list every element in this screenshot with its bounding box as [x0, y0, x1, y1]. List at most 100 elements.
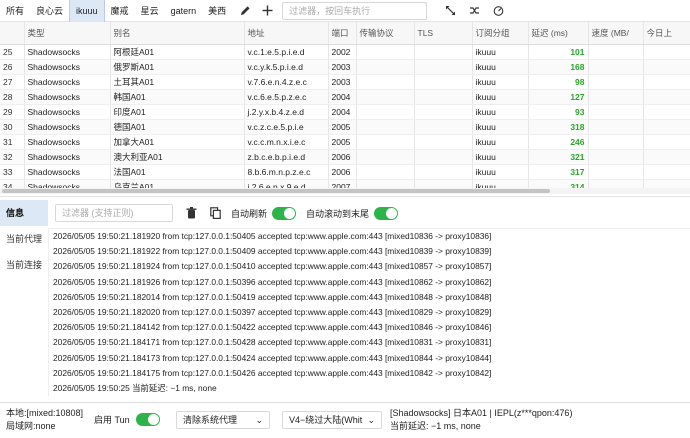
cell-type: Shadowsocks: [24, 164, 111, 180]
log-output[interactable]: 2026/05/05 19:50:21.181920 from tcp:127.…: [48, 228, 690, 396]
column-header[interactable]: 传输协议: [356, 22, 415, 45]
cell-empty: [588, 179, 644, 188]
table-row[interactable]: 25 Shadowsocks 阿根廷A01 v.c.1.e.5.p.i.e.d 2002…: [0, 44, 690, 60]
auto-refresh-label: 自动刷新: [231, 208, 268, 219]
tun-control: 启用 Tun: [94, 413, 160, 426]
group-tab[interactable]: 星云: [135, 0, 165, 22]
table-row[interactable]: 27 Shadowsocks 土耳其A01 v.7.6.e.n.4.z.e.c 2003…: [0, 74, 690, 90]
side-nav-item[interactable]: 当前代理: [0, 226, 48, 252]
cell-empty: [414, 179, 473, 188]
cell-empty: [356, 164, 415, 180]
table-row[interactable]: 28 Shadowsocks 韩国A01 v.c.6.e.5.p.z.e.c 2004 i…: [0, 89, 690, 105]
table-row[interactable]: 30 Shadowsocks 德国A01 v.c.z.c.e.5.p.i.e 2005 i…: [0, 119, 690, 135]
route-mode-select[interactable]: V4−绕过大陆(Whit ⌄: [282, 411, 382, 429]
speed-icon[interactable]: [489, 0, 507, 22]
log-line: 2026/05/05 19:50:21.184173 from tcp:127.…: [53, 352, 492, 363]
column-header[interactable]: 速度 (MB/: [588, 22, 644, 45]
table-row[interactable]: 31 Shadowsocks 加拿大A01 v.c.c.m.n.x.i.e.c 2005…: [0, 134, 690, 150]
cell-alias: 俄罗斯A01: [110, 59, 245, 75]
column-header[interactable]: 延迟 (ms): [528, 22, 589, 45]
tun-toggle[interactable]: [135, 413, 160, 426]
current-node-text: [Shadowsocks] 日本A01 | IEPL(z***qpon:476): [390, 408, 573, 418]
cell-empty: [588, 44, 644, 60]
column-header[interactable]: [0, 22, 25, 45]
cell-empty: [643, 149, 690, 165]
lan-text: 局域网:none: [6, 421, 56, 431]
group-tab[interactable]: 美西: [202, 0, 232, 22]
info-side-nav: 信息 当前代理 当前连接: [0, 200, 48, 278]
column-header[interactable]: 别名: [110, 22, 245, 45]
cell-alias: 阿根廷A01: [110, 44, 245, 60]
cell-empty: [414, 164, 473, 180]
cell-empty: [414, 74, 473, 90]
proxy-filter-input[interactable]: [282, 1, 428, 20]
cell-alias: 土耳其A01: [110, 74, 245, 90]
cell-alias: 法国A01: [110, 164, 245, 180]
side-nav-item[interactable]: 当前连接: [0, 252, 48, 278]
pencil-icon[interactable]: [236, 0, 254, 22]
side-nav-item[interactable]: 信息: [0, 200, 48, 226]
toggle-knob: [147, 414, 159, 425]
log-line: 2026/05/05 19:50:21.182014 from tcp:127.…: [53, 291, 492, 302]
panel-divider[interactable]: [0, 196, 690, 197]
chevron-down-icon: ⌄: [367, 415, 375, 425]
column-header[interactable]: TLS: [414, 22, 473, 45]
cell-empty: [643, 104, 690, 120]
cell-idx: 26: [0, 59, 25, 75]
cell-type: Shadowsocks: [24, 149, 111, 165]
log-filter-input[interactable]: [55, 204, 173, 222]
group-tab[interactable]: 魔戒: [105, 0, 135, 22]
group-tab[interactable]: gatern: [165, 0, 203, 22]
column-header[interactable]: 类型: [24, 22, 111, 45]
table-row[interactable]: 34 Shadowsocks 乌克兰A01 j.2.6.e.n.x.9.e.d 2007…: [0, 179, 690, 188]
table-row[interactable]: 33 Shadowsocks 法国A01 8.b.6.m.n.p.z.e.c 2006 i…: [0, 164, 690, 180]
status-bar: 本地:[mixed:10808] 局域网:none 启用 Tun 清除系统代理 …: [0, 402, 690, 438]
cell-group: ikuuu: [472, 149, 529, 165]
expand-icon[interactable]: [441, 0, 459, 22]
group-tab[interactable]: ikuuu: [69, 0, 105, 22]
group-tab[interactable]: 良心云: [30, 0, 69, 22]
cell-delay: 168: [528, 59, 589, 75]
plus-icon[interactable]: [258, 0, 276, 22]
route-mode-value: V4−绕过大陆(Whit: [289, 415, 363, 425]
chevron-down-icon: ⌄: [255, 415, 263, 425]
log-line: 2026/05/05 19:50:21.184171 from tcp:127.…: [53, 337, 492, 348]
shuffle-icon[interactable]: [465, 0, 483, 22]
cell-idx: 32: [0, 149, 25, 165]
table-row[interactable]: 26 Shadowsocks 俄罗斯A01 v.c.y.k.5.p.i.e.d 2003…: [0, 59, 690, 75]
cell-delay: 101: [528, 44, 589, 60]
cell-addr: v.c.6.e.5.p.z.e.c: [244, 89, 329, 105]
horizontal-scrollbar[interactable]: [0, 188, 690, 194]
cell-alias: 加拿大A01: [110, 134, 245, 150]
table-row[interactable]: 32 Shadowsocks 澳大利亚A01 z.b.c.e.b.p.i.e.d 200…: [0, 149, 690, 165]
cell-empty: [356, 89, 415, 105]
column-header[interactable]: 端口: [328, 22, 357, 45]
cell-addr: v.c.y.k.5.p.i.e.d: [244, 59, 329, 75]
system-proxy-select[interactable]: 清除系统代理 ⌄: [176, 411, 270, 429]
auto-refresh-toggle[interactable]: [272, 206, 297, 220]
trash-icon[interactable]: [181, 203, 201, 223]
cell-type: Shadowsocks: [24, 119, 111, 135]
auto-scroll-toggle[interactable]: [374, 206, 399, 220]
cell-addr: z.b.c.e.b.p.i.e.d: [244, 149, 329, 165]
cell-empty: [643, 74, 690, 90]
cell-empty: [356, 104, 415, 120]
cell-port: 2005: [328, 119, 357, 135]
group-tab[interactable]: 所有: [0, 0, 30, 22]
column-header[interactable]: 地址: [244, 22, 329, 45]
cell-empty: [588, 134, 644, 150]
table-row[interactable]: 29 Shadowsocks 印度A01 j.2.y.x.b.4.z.e.d 2004 i…: [0, 104, 690, 120]
copy-icon[interactable]: [205, 203, 225, 223]
cell-empty: [356, 59, 415, 75]
column-header[interactable]: 今日上: [643, 22, 690, 45]
cell-group: ikuuu: [472, 104, 529, 120]
column-header[interactable]: 订阅分组: [472, 22, 529, 45]
cell-empty: [356, 119, 415, 135]
cell-group: ikuuu: [472, 44, 529, 60]
cell-idx: 30: [0, 119, 25, 135]
cell-empty: [588, 164, 644, 180]
cell-group: ikuuu: [472, 74, 529, 90]
cell-empty: [643, 59, 690, 75]
scrollbar-thumb[interactable]: [2, 189, 550, 193]
cell-addr: j.2.y.x.b.4.z.e.d: [244, 104, 329, 120]
